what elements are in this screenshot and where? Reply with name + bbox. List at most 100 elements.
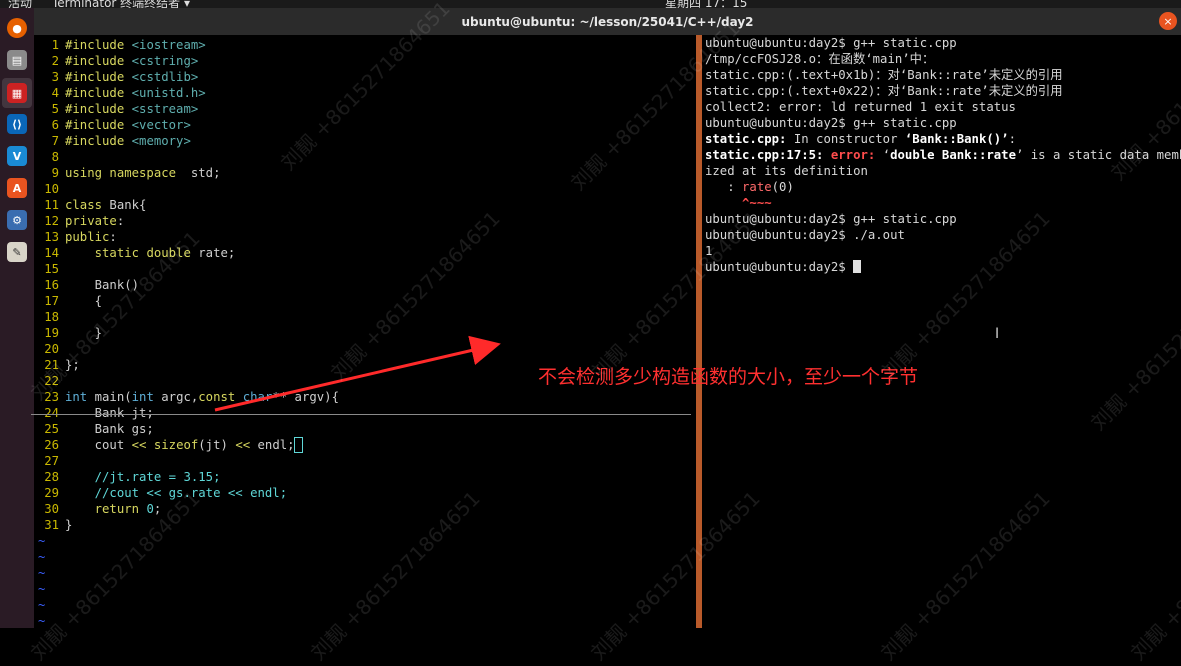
software-center-icon[interactable]: A (7, 178, 27, 198)
code-token: using namespace (65, 166, 177, 180)
code-line[interactable]: 25 Bank gs; (34, 421, 154, 437)
code-line[interactable]: 16 Bank() (34, 277, 139, 293)
code-line[interactable]: 9 using namespace std; (34, 165, 221, 181)
code-token: Bank gs; (65, 422, 154, 436)
clock[interactable]: 星期四 17：15 (665, 0, 747, 8)
launcher-dock: ● ▤ ▦ ⟨⟩ V A ⚙ ✎ (0, 8, 34, 628)
terminal-line: /tmp/ccFOSJ28.o：在函数‘main’中： (705, 51, 934, 67)
code-line[interactable]: 22 (34, 373, 65, 389)
code-line[interactable]: 30 return 0; (34, 501, 161, 517)
code-line[interactable]: 17 { (34, 293, 102, 309)
terminal-text: ubuntu@ubuntu:day2$ g++ static.cpp (705, 212, 957, 226)
code-token: <cstdlib> (124, 70, 199, 84)
code-line[interactable]: 15 (34, 261, 65, 277)
line-number: 4 (51, 86, 59, 100)
code-line[interactable]: 19 } (34, 325, 102, 341)
vscode-icon[interactable]: ⟨⟩ (7, 114, 27, 134)
empty-line-marker: ~ (38, 534, 46, 548)
vim-editor-pane[interactable]: 1 #include <iostream> 2 #include <cstring> 3… (34, 35, 696, 628)
line-number: 15 (44, 262, 59, 276)
empty-line-marker: ~ (38, 550, 46, 564)
terminal-line: ubuntu@ubuntu:day2$ ./a.out (705, 227, 905, 243)
firefox-icon[interactable]: ● (7, 18, 27, 38)
terminal-line: ized at its definition (705, 163, 868, 179)
code-line[interactable]: 24 Bank jt; (34, 405, 154, 421)
terminal-line: 1 (705, 243, 712, 259)
code-line[interactable]: 29 //cout << gs.rate << endl; (34, 485, 287, 501)
code-line[interactable]: 21}; (34, 357, 80, 373)
code-line[interactable]: 3 #include <cstdlib> (34, 69, 199, 85)
line-number: 23 (44, 390, 59, 404)
code-token: sizeof (146, 438, 199, 452)
code-line[interactable]: 27 (34, 453, 65, 469)
line-number: 13 (44, 230, 59, 244)
terminal-line: static.cpp:(.text+0x1b)：对‘Bank::rate’未定义… (705, 67, 1063, 83)
window-title: ubuntu@ubuntu: ~/lesson/25041/C++/day2 (461, 15, 754, 29)
line-number: 11 (44, 198, 59, 212)
line-number: 1 (51, 38, 59, 52)
code-line[interactable]: 18 (34, 309, 65, 325)
code-token: <unistd.h> (124, 86, 206, 100)
code-token: << (235, 438, 251, 452)
code-line[interactable]: 1 #include <iostream> (34, 37, 206, 53)
code-line[interactable]: 14 static double rate; (34, 245, 235, 261)
code-line[interactable]: 4 #include <unistd.h> (34, 85, 206, 101)
app-menu[interactable]: Terminator 终端终结者 ▾ (52, 0, 190, 8)
code-token: #include (65, 54, 125, 68)
code-line[interactable]: 5 #include <sstream> (34, 101, 199, 117)
line-number: 22 (44, 374, 59, 388)
code-line[interactable]: 7 #include <memory> (34, 133, 191, 149)
code-line[interactable]: 11 class Bank{ (34, 197, 146, 213)
line-number: 25 (44, 422, 59, 436)
code-token: static double (94, 246, 191, 260)
line-number: 12 (44, 214, 59, 228)
code-token: class (65, 198, 103, 212)
terminal-line: static.cpp:17:5: error: ‘double Bank::ra… (705, 147, 1181, 163)
text-editor-icon[interactable]: ✎ (7, 242, 27, 262)
line-number: 30 (44, 502, 59, 516)
code-line[interactable]: 23 int main(int argc,const char** argv){ (34, 389, 339, 405)
line-number: 18 (44, 310, 59, 324)
line-number: 9 (51, 166, 59, 180)
files-icon[interactable]: ▤ (7, 50, 27, 70)
terminator-icon[interactable]: ▦ (7, 83, 27, 103)
line-number: 6 (51, 118, 59, 132)
line-number: 20 (44, 342, 59, 356)
vim-cursor (293, 437, 304, 453)
line-number: 26 (44, 438, 59, 452)
cursor-line (31, 414, 691, 415)
code-line[interactable]: 13 public: (34, 229, 117, 245)
terminal-pane[interactable]: ubuntu@ubuntu:day2$ g++ static.cpp/tmp/c… (702, 35, 1181, 628)
code-line[interactable]: 12 private: (34, 213, 124, 229)
code-line[interactable]: 6 #include <vector> (34, 117, 191, 133)
vscode-insiders-icon[interactable]: V (7, 146, 27, 166)
code-token: ** argv){ (272, 390, 339, 404)
code-line[interactable]: 10 (34, 181, 65, 197)
terminal-text: ‘Bank::Bank()’ (904, 132, 1009, 146)
line-number: 3 (51, 70, 59, 84)
code-line[interactable]: 26 cout << sizeof(jt) << endl; (34, 437, 304, 453)
code-line[interactable]: 20 (34, 341, 65, 357)
line-number: 24 (44, 406, 59, 420)
code-token: <sstream> (124, 102, 199, 116)
code-token: #include (65, 86, 125, 100)
close-icon[interactable]: × (1159, 12, 1177, 30)
activities-button[interactable]: 活动 (8, 0, 32, 8)
code-line[interactable]: 31} (34, 517, 72, 533)
terminal-text: 1 (705, 244, 713, 258)
terminal-text: ‘ (875, 148, 891, 162)
window-titlebar[interactable]: ubuntu@ubuntu: ~/lesson/25041/C++/day2 × (34, 8, 1181, 36)
settings-icon[interactable]: ⚙ (7, 210, 27, 230)
code-token: char (235, 390, 273, 404)
code-token: endl; (250, 438, 295, 452)
top-panel: 活动 Terminator 终端终结者 ▾ 星期四 17：15 (0, 0, 1181, 8)
code-line[interactable]: 2 #include <cstring> (34, 53, 199, 69)
code-token: <vector> (124, 118, 191, 132)
code-token: : (116, 214, 125, 228)
code-line[interactable]: 8 (34, 149, 65, 165)
code-token: public (65, 230, 110, 244)
code-line[interactable]: 28 //jt.rate = 3.15; (34, 469, 220, 485)
code-token: cout (65, 438, 132, 452)
code-token: private (65, 214, 117, 228)
